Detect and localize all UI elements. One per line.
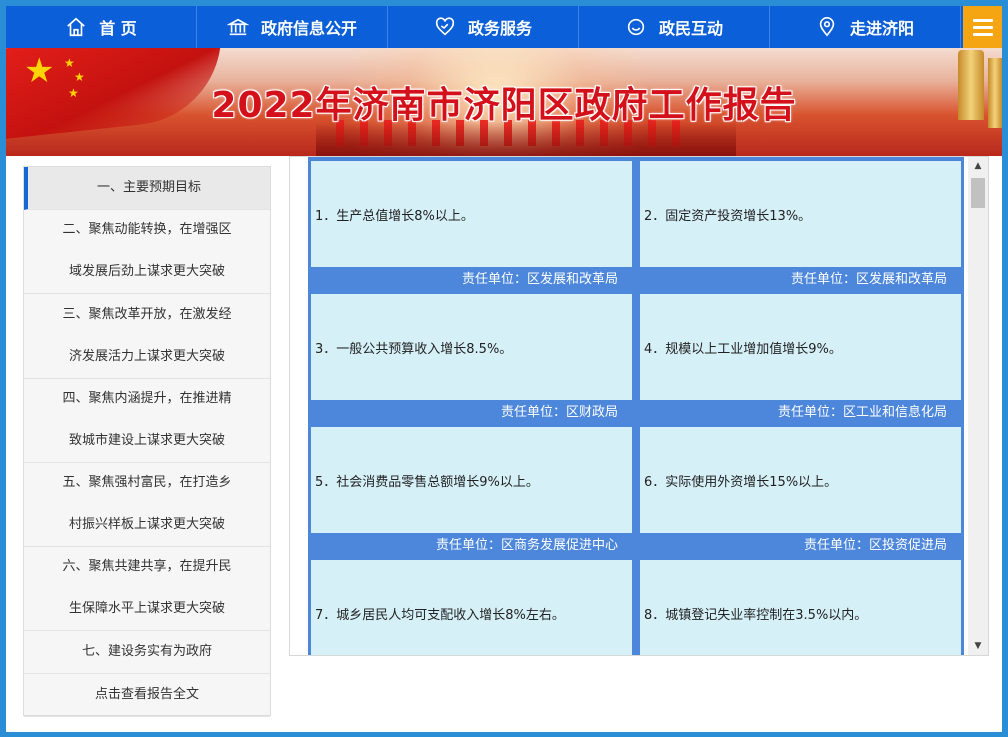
sidebar-item-label: 致城市建设上谋求更大突破 [68,433,225,448]
nav-item-label: 首 页 [99,19,137,38]
nav-item-label: 政民互动 [658,19,723,38]
page-title: 2022年济南市济阳区政府工作报告 [211,85,797,126]
nav-item-home[interactable]: 首 页 [6,6,197,48]
sidebar-item-targets[interactable]: 一、主要预期目标 [24,167,270,210]
target-cell: 6．实际使用外资增长15%以上。 [640,427,961,533]
sidebar-item-label: 村振兴样板上谋求更大突破 [68,517,225,532]
responsible-unit: 责任单位：区商务发展促进中心 [435,538,618,553]
target-text: 5．社会消费品零售总额增长9%以上。 [315,475,539,490]
sidebar-item-reform[interactable]: 三、聚焦改革开放，在激发经 济发展活力上谋求更大突破 [24,294,270,379]
report-banner: ★ ★ ★ ★ 2022年济南市济阳区政府工作报告 [6,48,1002,156]
target-text: 1．生产总值增长8%以上。 [315,209,474,224]
sidebar-item-label: 域发展后劲上谋求更大突破 [68,264,225,279]
target-text: 4．规模以上工业增加值增长9%。 [644,342,842,357]
target-cell: 4．规模以上工业增加值增长9%。 [640,294,961,400]
page-frame: 首 页 政府信息公开 政务服务 政民互动 走进济阳 ★ ★ ★ ★ 2022年济… [6,6,1002,732]
sidebar-item-label: 四、聚焦内涵提升，在推进精 [62,391,232,406]
targets-panel: 1．生产总值增长8%以上。 责任单位：区发展和改革局 2．固定资产投资增长13%… [289,156,989,656]
star-icon: ★ [64,56,75,70]
hamburger-menu-icon[interactable] [963,6,1002,48]
nav-item-label: 走进济阳 [849,19,914,38]
sidebar-item-label: 七、建设务实有为政府 [81,644,212,659]
home-icon [65,16,87,38]
responsible-unit: 责任单位：区工业和信息化局 [777,405,947,420]
scrollbar-thumb[interactable] [971,178,985,208]
location-pin-icon [816,16,838,38]
target-text: 8．城镇登记失业率控制在3.5%以内。 [644,608,868,623]
sidebar-item-label: 二、聚焦动能转换，在增强区 [62,222,232,237]
sidebar-item-label: 五、聚焦强村富民，在打造乡 [62,475,232,490]
nav-item-label: 政府信息公开 [260,19,357,38]
sidebar-item-government[interactable]: 七、建设务实有为政府 [24,631,270,674]
sidebar-item-full-report[interactable]: 点击查看报告全文 [24,674,270,717]
target-cell: 3．一般公共预算收入增长8.5%。 [311,294,632,400]
sidebar-item-kinetic-energy[interactable]: 二、聚焦动能转换，在增强区 域发展后劲上谋求更大突破 [24,209,270,294]
responsible-unit: 责任单位：区投资促进局 [803,538,947,553]
sidebar-item-label: 济发展活力上谋求更大突破 [68,349,225,364]
nav-item-interaction[interactable]: 政民互动 [579,6,770,48]
handshake-heart-icon [434,16,456,38]
sidebar-item-livelihood[interactable]: 六、聚焦共建共享，在提升民 生保障水平上谋求更大突破 [24,546,270,631]
scroll-up-arrow-icon[interactable]: ▲ [968,157,988,175]
target-cell: 8．城镇登记失业率控制在3.5%以内。 [640,560,961,655]
vertical-scrollbar[interactable]: ▲ ▼ [968,157,988,655]
target-text: 3．一般公共预算收入增长8.5%。 [315,342,513,357]
target-cell: 1．生产总值增长8%以上。 [311,161,632,267]
scroll-down-arrow-icon[interactable]: ▼ [968,637,988,655]
nav-item-about-jiyang[interactable]: 走进济阳 [770,6,961,48]
nav-item-label: 政务服务 [467,19,532,38]
responsible-unit: 责任单位：区发展和改革局 [461,272,618,287]
nav-item-services[interactable]: 政务服务 [388,6,579,48]
sidebar-item-label: 六、聚焦共建共享，在提升民 [62,559,232,574]
target-cell: 5．社会消费品零售总额增长9%以上。 [311,427,632,533]
responsible-unit: 责任单位：区财政局 [500,405,618,420]
target-cell: 2．固定资产投资增长13%。 [640,161,961,267]
people-interaction-icon [625,16,647,38]
targets-grid: 1．生产总值增长8%以上。 责任单位：区发展和改革局 2．固定资产投资增长13%… [308,157,964,655]
sidebar-item-label: 生保障水平上谋求更大突破 [68,601,225,616]
target-text: 2．固定资产投资增长13%。 [644,209,812,224]
sidebar-item-rural[interactable]: 五、聚焦强村富民，在打造乡 村振兴样板上谋求更大突破 [24,462,270,547]
target-text: 6．实际使用外资增长15%以上。 [644,475,838,490]
sidebar-item-label: 三、聚焦改革开放，在激发经 [62,307,232,322]
target-cell: 7．城乡居民人均可支配收入增长8%左右。 [311,560,632,655]
top-nav: 首 页 政府信息公开 政务服务 政民互动 走进济阳 [6,6,1002,48]
government-building-icon [226,16,249,38]
target-text: 7．城乡居民人均可支配收入增长8%左右。 [315,608,565,623]
sidebar-item-label: 一、主要预期目标 [96,180,201,195]
sidebar-item-label: 点击查看报告全文 [94,687,199,702]
responsible-unit: 责任单位：区发展和改革局 [790,272,947,287]
sidebar: 一、主要预期目标 二、聚焦动能转换，在增强区 域发展后劲上谋求更大突破 三、聚焦… [23,166,271,717]
sidebar-item-city-building[interactable]: 四、聚焦内涵提升，在推进精 致城市建设上谋求更大突破 [24,378,270,463]
nav-item-government-info[interactable]: 政府信息公开 [197,6,388,48]
